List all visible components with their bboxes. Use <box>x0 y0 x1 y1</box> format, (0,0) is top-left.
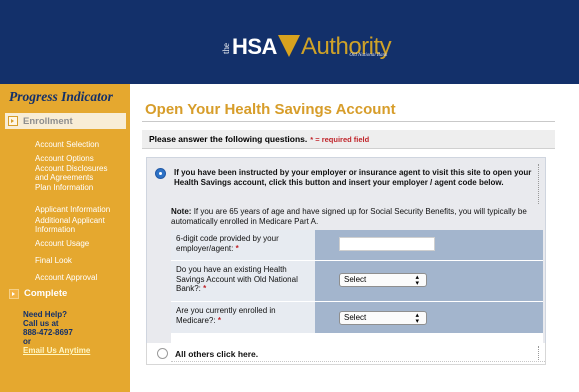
progress-step-enrollment: Enrollment <box>5 113 126 129</box>
help-or: or <box>23 337 31 346</box>
medicare-select-value: Select <box>344 313 367 322</box>
employer-option-panel: If you have been instructed by your empl… <box>146 157 546 356</box>
note-label: Note: <box>171 207 192 216</box>
code-field-label: 6-digit code provided by your employer/a… <box>171 230 315 260</box>
complete-arrow-icon <box>9 288 19 299</box>
brand-logo[interactable]: the HSA Authority Old National Bank <box>221 20 392 60</box>
help-call: Call us at <box>23 319 59 328</box>
sidebar-title: Progress Indicator <box>9 89 113 104</box>
form-row-medicare: Are you currently enrolled in Medicare?:… <box>171 302 543 333</box>
progress-item-additional-applicant-information: Information <box>35 225 76 234</box>
all-others-text: All others click here. <box>175 349 259 359</box>
dotted-divider <box>538 346 539 360</box>
form-row-code: 6-digit code provided by your employer/a… <box>171 230 543 260</box>
select-arrows-icon: ▴ ▾ <box>415 312 419 325</box>
medicare-field-label: Are you currently enrolled in Medicare?:… <box>171 302 315 333</box>
employer-form: 6-digit code provided by your employer/a… <box>171 230 543 353</box>
email-us-link[interactable]: Email Us Anytime <box>23 346 90 355</box>
employer-code-radio[interactable] <box>155 168 166 179</box>
logo-triangle-icon <box>277 35 300 57</box>
required-field-note: * = required field <box>310 134 370 144</box>
employer-code-input[interactable] <box>339 237 435 251</box>
code-required-mark: * <box>235 243 239 253</box>
medicare-select[interactable]: Select ▴ ▾ <box>339 311 427 325</box>
header-banner: the HSA Authority Old National Bank <box>0 0 579 84</box>
page-title: Open Your Health Savings Account <box>145 101 396 118</box>
bank-label-text: Do you have an existing Health Savings A… <box>176 265 298 293</box>
medicare-note: Note: If you are 65 years of age and hav… <box>171 207 543 226</box>
existing-account-select[interactable]: Select ▴ ▾ <box>339 273 427 287</box>
dotted-rule <box>171 361 545 362</box>
progress-sidebar: Progress Indicator Enrollment Account Se… <box>0 84 130 392</box>
note-text: If you are 65 years of age and have sign… <box>171 207 527 226</box>
help-phone: 888-472-8697 <box>23 328 73 337</box>
progress-step-complete: Complete <box>5 288 67 299</box>
logo-subtitle: Old National Bank <box>349 53 388 58</box>
step-arrow-icon <box>8 116 18 126</box>
select-arrows-icon: ▴ ▾ <box>415 274 419 287</box>
bank-field-label: Do you have an existing Health Savings A… <box>171 261 315 301</box>
dotted-divider <box>538 164 539 204</box>
instructions-text: Please answer the following questions. <box>149 134 308 144</box>
progress-item-final-look: Final Look <box>35 256 72 265</box>
help-heading: Need Help? <box>23 310 68 319</box>
progress-item-applicant-information: Applicant Information <box>35 205 111 214</box>
medicare-required-mark: * <box>217 315 221 325</box>
logo-hsa: HSA <box>232 34 277 59</box>
progress-item-account-usage: Account Usage <box>35 239 90 248</box>
title-divider <box>142 121 555 122</box>
form-row-bank: Do you have an existing Health Savings A… <box>171 261 543 301</box>
instructions-bar: Please answer the following questions. *… <box>142 130 555 149</box>
progress-item-account-selection: Account Selection <box>35 140 100 149</box>
page: the HSA Authority Old National Bank Prog… <box>0 0 579 392</box>
logo-the: the <box>221 43 231 54</box>
bank-required-mark: * <box>203 284 207 293</box>
help-block: Need Help? Call us at 888-472-8697 or Em… <box>23 310 90 355</box>
all-others-option-panel: All others click here. <box>146 343 546 365</box>
code-label-text: 6-digit code provided by your employer/a… <box>176 234 279 253</box>
medicare-label-text: Are you currently enrolled in Medicare?: <box>176 306 276 325</box>
enrollment-label: Enrollment <box>23 115 73 127</box>
employer-option-text: If you have been instructed by your empl… <box>174 168 532 187</box>
progress-item-agreements: and Agreements <box>35 173 94 182</box>
progress-item-account-disclosures: Account Disclosures <box>35 164 108 173</box>
progress-item-account-approval: Account Approval <box>35 273 98 282</box>
progress-item-account-options: Account Options <box>35 154 94 163</box>
all-others-radio[interactable] <box>157 348 168 359</box>
progress-item-plan-information: Plan Information <box>35 183 94 192</box>
progress-item-additional-applicant: Additional Applicant <box>35 216 105 225</box>
existing-account-select-value: Select <box>344 275 367 284</box>
complete-label: Complete <box>24 288 68 299</box>
